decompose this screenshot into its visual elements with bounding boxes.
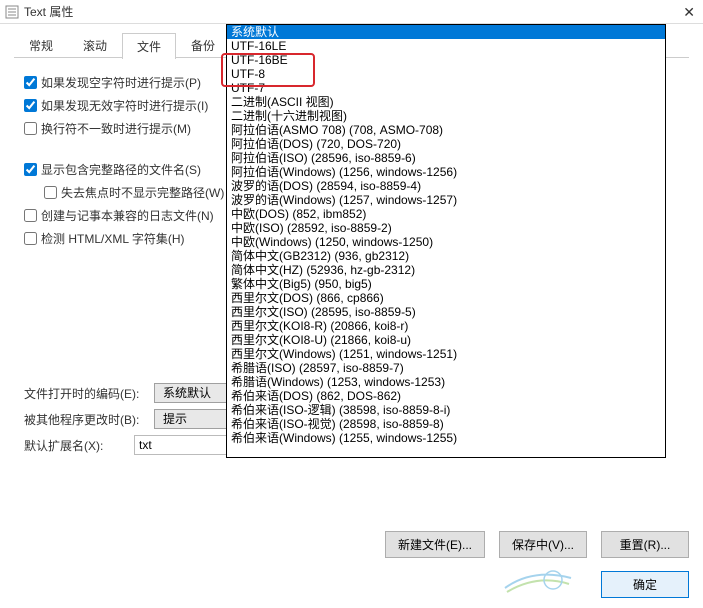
dropdown-item[interactable]: 阿拉伯语(ASMO 708) (708, ASMO-708) <box>227 123 665 137</box>
checkbox-input[interactable] <box>24 122 37 135</box>
dropdown-item[interactable]: UTF-16BE <box>227 53 665 67</box>
checkbox-input[interactable] <box>24 209 37 222</box>
checkbox-input[interactable] <box>24 99 37 112</box>
dropdown-item[interactable]: 西里尔文(KOI8-R) (20866, koi8-r) <box>227 319 665 333</box>
dropdown-item[interactable]: 系统默认 <box>227 25 665 39</box>
dropdown-item[interactable]: 希伯来语(ISO-视觉) (28598, iso-8859-8) <box>227 417 665 431</box>
dropdown-item[interactable]: 二进制(十六进制视图) <box>227 109 665 123</box>
dropdown-item[interactable]: 简体中文(GB2312) (936, gb2312) <box>227 249 665 263</box>
bottom-buttons: 新建文件(E)... 保存中(V)... 重置(R)... <box>385 531 689 558</box>
app-icon <box>4 4 20 20</box>
dropdown-item[interactable]: 希腊语(ISO) (28597, iso-8859-7) <box>227 361 665 375</box>
tab-backup[interactable]: 备份 <box>176 32 230 58</box>
dropdown-item[interactable]: 中欧(ISO) (28592, iso-8859-2) <box>227 221 665 235</box>
tab-general[interactable]: 常规 <box>14 32 68 58</box>
encoding-label: 文件打开时的编码(E): <box>24 385 154 402</box>
dropdown-item[interactable]: 西里尔文(DOS) (866, cp866) <box>227 291 665 305</box>
dropdown-item[interactable]: UTF-16LE <box>227 39 665 53</box>
dropdown-item[interactable]: 简体中文(HZ) (52936, hz-gb-2312) <box>227 263 665 277</box>
reset-button[interactable]: 重置(R)... <box>601 531 689 558</box>
dropdown-item[interactable]: 西里尔文(KOI8-U) (21866, koi8-u) <box>227 333 665 347</box>
dropdown-item[interactable]: 希腊语(Windows) (1253, windows-1253) <box>227 375 665 389</box>
dropdown-item[interactable]: 波罗的语(DOS) (28594, iso-8859-4) <box>227 179 665 193</box>
dropdown-item[interactable]: 希伯来语(ISO-逻辑) (38598, iso-8859-8-i) <box>227 403 665 417</box>
dropdown-item[interactable]: 二进制(ASCII 视图) <box>227 95 665 109</box>
titlebar: Text 属性 <box>0 0 703 24</box>
dropdown-item[interactable]: 波罗的语(Windows) (1257, windows-1257) <box>227 193 665 207</box>
dropdown-item[interactable]: 繁体中文(Big5) (950, big5) <box>227 277 665 291</box>
ext-label: 默认扩展名(X): <box>24 437 134 454</box>
new-file-button[interactable]: 新建文件(E)... <box>385 531 485 558</box>
checkbox-label: 创建与记事本兼容的日志文件(N) <box>41 207 214 224</box>
checkbox-label: 检测 HTML/XML 字符集(H) <box>41 230 185 247</box>
dropdown-item[interactable]: 中欧(Windows) (1250, windows-1250) <box>227 235 665 249</box>
checkbox-label: 显示包含完整路径的文件名(S) <box>41 161 201 178</box>
dropdown-item[interactable]: 阿拉伯语(ISO) (28596, iso-8859-6) <box>227 151 665 165</box>
checkbox-input[interactable] <box>24 76 37 89</box>
changed-label: 被其他程序更改时(B): <box>24 411 154 428</box>
dropdown-item[interactable]: 希伯来语(Windows) (1255, windows-1255) <box>227 431 665 445</box>
ok-button[interactable]: 确定 <box>601 571 689 598</box>
checkbox-label: 如果发现空字符时进行提示(P) <box>41 74 201 91</box>
saving-button[interactable]: 保存中(V)... <box>499 531 587 558</box>
ok-row: 确定 <box>601 571 689 598</box>
dropdown-item[interactable]: 中欧(DOS) (852, ibm852) <box>227 207 665 221</box>
checkbox-input[interactable] <box>24 232 37 245</box>
checkbox-label: 失去焦点时不显示完整路径(W) <box>61 184 224 201</box>
checkbox-input[interactable] <box>44 186 57 199</box>
encoding-dropdown-list[interactable]: 系统默认UTF-16LEUTF-16BEUTF-8UTF-7二进制(ASCII … <box>226 24 666 458</box>
close-icon[interactable]: ✕ <box>683 4 695 21</box>
dropdown-item[interactable]: 阿拉伯语(Windows) (1256, windows-1256) <box>227 165 665 179</box>
dropdown-item[interactable]: 阿拉伯语(DOS) (720, DOS-720) <box>227 137 665 151</box>
dropdown-item[interactable]: 希伯来语(DOS) (862, DOS-862) <box>227 389 665 403</box>
tab-scroll[interactable]: 滚动 <box>68 32 122 58</box>
checkbox-input[interactable] <box>24 163 37 176</box>
checkbox-label: 换行符不一致时进行提示(M) <box>41 120 191 137</box>
decorative-swoosh <box>503 566 573 594</box>
dropdown-item[interactable]: UTF-7 <box>227 81 665 95</box>
checkbox-label: 如果发现无效字符时进行提示(I) <box>41 97 208 114</box>
dropdown-item[interactable]: 西里尔文(ISO) (28595, iso-8859-5) <box>227 305 665 319</box>
tab-file[interactable]: 文件 <box>122 33 176 59</box>
dropdown-item[interactable]: 西里尔文(Windows) (1251, windows-1251) <box>227 347 665 361</box>
dropdown-item[interactable]: UTF-8 <box>227 67 665 81</box>
window-title: Text 属性 <box>24 3 73 20</box>
